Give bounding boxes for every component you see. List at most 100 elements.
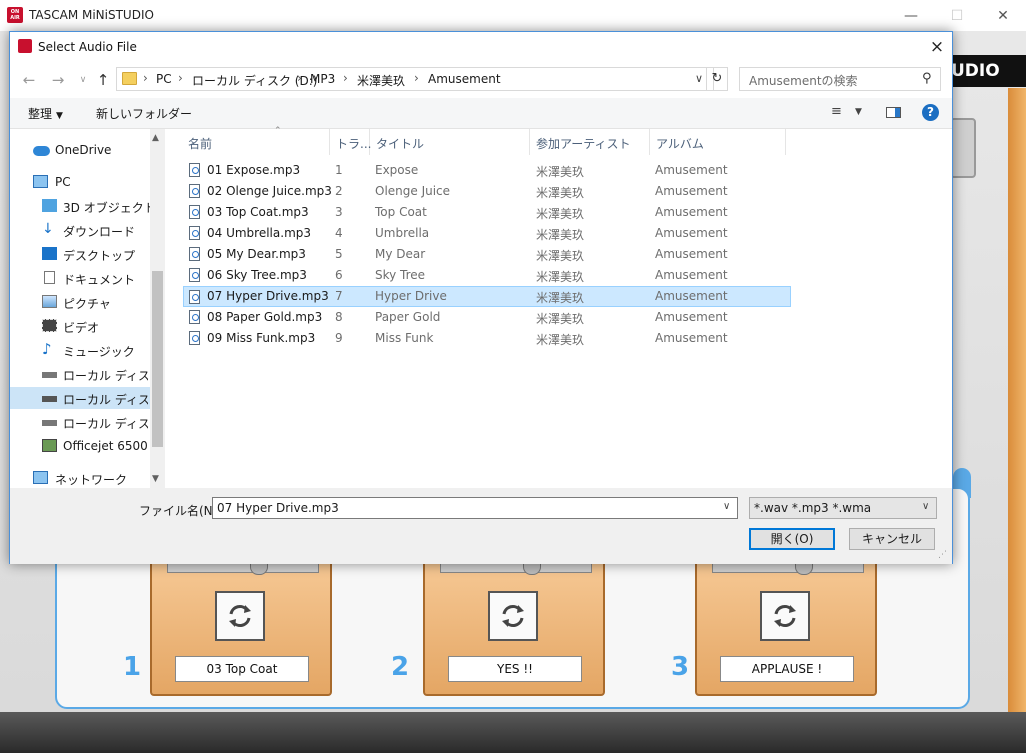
scroll-up-icon[interactable]: ▲ [152,133,159,143]
app-close-icon[interactable]: ✕ [980,2,1026,30]
search-icon[interactable]: ⚲ [922,71,932,86]
up-arrow-icon[interactable]: ↑ [92,69,114,91]
video-icon [42,319,57,332]
breadcrumb-chevron-icon[interactable]: › [143,71,148,85]
forward-arrow-icon[interactable]: → [47,69,69,91]
breadcrumb-pc[interactable]: PC [156,72,172,86]
column-header-track[interactable]: トラ... [330,129,371,155]
search-input[interactable]: Amusementの検索 [749,72,858,89]
nav-item-drive-c[interactable]: ローカル ディスク (C [10,363,150,385]
audio-file-icon [189,205,200,219]
nav-scrollbar-thumb[interactable] [152,271,163,447]
command-bar: 整理 ▼ 新しいフォルダー ≡ ▼ ? [10,98,952,129]
breadcrumb-chevron-icon[interactable]: › [414,71,419,85]
audio-file-icon [189,290,200,304]
file-artist: 米澤美玖 [536,291,585,305]
breadcrumb-chevron-icon[interactable]: › [178,71,183,85]
nav-item-3d-objects[interactable]: 3D オブジェクト [10,195,156,217]
minimize-icon[interactable]: — [888,2,934,30]
column-header-name[interactable]: 名前 ⌃ [182,126,330,155]
nav-item-videos[interactable]: ビデオ [10,315,150,337]
file-title: Umbrella [375,226,430,240]
audio-file-icon [189,331,200,345]
close-icon[interactable]: × [922,35,952,59]
pad-label: APPLAUSE ! [720,656,854,682]
chevron-down-icon[interactable]: ∨ [695,72,703,85]
nav-item-music[interactable]: ♪ ミュージック [10,339,150,361]
file-album: Amusement [655,331,728,345]
help-icon[interactable]: ? [922,104,939,121]
file-album: Amusement [655,247,728,261]
nav-item-pictures[interactable]: ピクチャ [10,291,150,313]
breadcrumb-artist[interactable]: 米澤美玖 [357,72,405,89]
file-row[interactable]: 08 Paper Gold.mp3 8 Paper Gold 米澤美玖 Amus… [184,307,782,327]
open-button[interactable]: 開く(O) [749,528,835,550]
nav-item-label: ビデオ [63,321,100,335]
search-box[interactable]: Amusementの検索 ⚲ [739,67,941,91]
nav-item-drive-f[interactable]: ローカル ディスク (F [10,411,150,433]
nav-scrollbar[interactable]: ▲ ▼ [150,129,165,519]
scroll-down-icon[interactable]: ▼ [152,474,159,484]
nav-item-network[interactable]: ネットワーク [10,467,150,489]
preview-pane-icon[interactable] [886,107,901,118]
navigation-pane: OneDrive PC 3D オブジェクト ↓ ダウンロード デスクトップ ドキ… [10,129,165,519]
pad-number: 2 [391,652,410,682]
file-row[interactable]: 09 Miss Funk.mp3 9 Miss Funk 米澤美玖 Amusem… [184,328,782,348]
nav-item-printer[interactable]: Officejet 6500 E7 [10,435,150,457]
breadcrumb-mp3[interactable]: MP3 [310,72,335,86]
nav-item-label: ローカル ディスク (C [63,369,148,383]
organize-button[interactable]: 整理 ▼ [28,105,63,122]
file-row[interactable]: 06 Sky Tree.mp3 6 Sky Tree 米澤美玖 Amusemen… [184,265,782,285]
file-row[interactable]: 04 Umbrella.mp3 4 Umbrella 米澤美玖 Amusemen… [184,223,782,243]
cancel-button[interactable]: キャンセル [849,528,935,550]
column-header-album[interactable]: アルバム [650,129,786,155]
file-row[interactable]: 03 Top Coat.mp3 3 Top Coat 米澤美玖 Amusemen… [184,202,782,222]
column-header-label: 参加アーティスト [536,137,631,151]
file-row[interactable]: 01 Expose.mp3 1 Expose 米澤美玖 Amusement [184,160,782,180]
nav-item-drive-d[interactable]: ローカル ディスク (D [10,387,150,409]
nav-item-desktop[interactable]: デスクトップ [10,243,150,265]
breadcrumb-chevron-icon[interactable]: › [297,71,302,85]
app-side-button[interactable] [950,118,976,178]
column-header-artist[interactable]: 参加アーティスト [530,129,650,155]
nav-item-label: ローカル ディスク (D [63,393,148,407]
address-bar[interactable]: › PC › ローカル ディスク (D:) › MP3 › 米澤美玖 › Amu… [116,67,714,91]
chevron-down-icon[interactable]: ▼ [855,107,862,117]
nav-item-pc[interactable]: PC [10,171,150,193]
column-header-title[interactable]: タイトル [370,129,530,155]
drive-icon [42,396,57,402]
view-options-icon[interactable]: ≡ [831,104,842,119]
filename-input[interactable]: 07 Hyper Drive.mp3 ∨ [212,497,738,519]
app-banner: UDIO [945,55,1026,87]
file-type-select[interactable]: *.wav *.mp3 *.wma ∨ [749,497,937,519]
file-row-selected[interactable]: 07 Hyper Drive.mp3 7 Hyper Drive 米澤美玖 Am… [183,286,791,307]
maximize-icon[interactable]: ☐ [934,2,980,30]
refresh-icon[interactable] [760,591,810,641]
refresh-icon[interactable] [488,591,538,641]
file-name: 05 My Dear.mp3 [207,247,306,261]
nav-item-downloads[interactable]: ↓ ダウンロード [10,219,150,241]
file-row[interactable]: 02 Olenge Juice.mp3 2 Olenge Juice 米澤美玖 … [184,181,782,201]
sound-pad-2[interactable]: YES !! [423,560,605,696]
resize-grip-icon[interactable]: ⋰ [938,550,947,560]
breadcrumb-chevron-icon[interactable]: › [343,71,348,85]
sound-pad-1[interactable]: 03 Top Coat [150,560,332,696]
file-track: 6 [335,268,343,282]
file-row[interactable]: 05 My Dear.mp3 5 My Dear 米澤美玖 Amusement [184,244,782,264]
history-chevron-icon[interactable]: ∨ [72,69,94,91]
audio-file-icon [189,268,200,282]
refresh-icon[interactable] [215,591,265,641]
nav-item-label: ローカル ディスク (F [63,417,148,431]
audio-file-icon [189,163,200,177]
back-arrow-icon[interactable]: ← [18,69,40,91]
refresh-icon[interactable]: ↻ [706,67,728,91]
sound-pad-3[interactable]: APPLAUSE ! [695,560,877,696]
nav-item-documents[interactable]: ドキュメント [10,267,150,289]
file-artist: 米澤美玖 [536,228,585,242]
nav-item-onedrive[interactable]: OneDrive [10,139,150,161]
breadcrumb-album[interactable]: Amusement [428,72,501,86]
filename-value[interactable]: 07 Hyper Drive.mp3 [217,501,339,515]
new-folder-button[interactable]: 新しいフォルダー [96,105,192,122]
chevron-down-icon[interactable]: ∨ [723,501,730,512]
chevron-down-icon[interactable]: ∨ [922,501,929,512]
